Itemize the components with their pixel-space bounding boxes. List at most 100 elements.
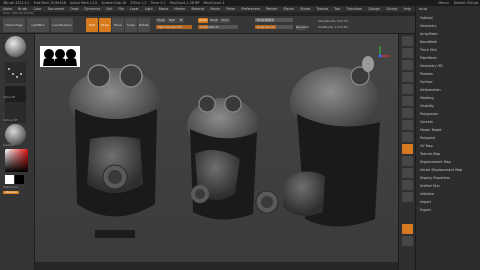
- xpose-button[interactable]: [402, 192, 413, 202]
- palette-contact[interactable]: Contact: [420, 120, 433, 124]
- sculpt-models[interactable]: [35, 34, 398, 262]
- zadd-button[interactable]: Zadd: [198, 18, 208, 23]
- stroke-thumbnail[interactable]: [5, 62, 26, 83]
- menu-file[interactable]: File: [118, 7, 123, 11]
- z-intensity-slider[interactable]: Z Intensity 25: [198, 25, 238, 29]
- rotate-button[interactable]: Rotate: [138, 18, 150, 32]
- palette-masking[interactable]: Masking: [420, 96, 434, 100]
- dynamic-button[interactable]: Dynamic: [296, 25, 309, 30]
- scale-button[interactable]: Scale: [125, 18, 137, 32]
- menu-transform[interactable]: Transform: [346, 7, 362, 11]
- palette-thick-skin[interactable]: Thick Skin: [420, 48, 437, 52]
- edit-button[interactable]: Edit: [86, 18, 98, 32]
- m-button[interactable]: M: [178, 18, 184, 23]
- palette-surface[interactable]: Surface: [420, 80, 433, 84]
- rotate-view-button[interactable]: [402, 144, 413, 154]
- solo-button[interactable]: [402, 180, 413, 190]
- transp-button[interactable]: [402, 168, 413, 178]
- menu-tool[interactable]: Tool: [334, 7, 340, 11]
- menu-help[interactable]: Help: [403, 7, 410, 11]
- menu-movie[interactable]: Movie: [210, 7, 219, 11]
- main-color-swatch[interactable]: [5, 175, 14, 184]
- menu-brush[interactable]: Brush: [18, 7, 27, 11]
- polyf-button[interactable]: [402, 156, 413, 166]
- menu-stencil[interactable]: Stencil: [284, 7, 295, 11]
- gas-mask-model-side[interactable]: [255, 66, 380, 227]
- gas-mask-model-three-quarter[interactable]: [187, 95, 259, 220]
- menu-document[interactable]: Document: [48, 7, 65, 11]
- menu-dynamics[interactable]: Dynamics: [85, 7, 101, 11]
- bpr-button[interactable]: [402, 36, 413, 46]
- palette-fibermesh[interactable]: FiberMesh: [420, 56, 437, 60]
- menu-zplugin[interactable]: Zplugin: [368, 7, 380, 11]
- zoom-view-button[interactable]: [402, 132, 413, 142]
- palette-uv-map[interactable]: UV Map: [420, 144, 433, 148]
- alternate-button[interactable]: Alternate: [3, 191, 19, 194]
- mrgb-button[interactable]: Mrgb: [156, 18, 166, 23]
- palette-subtool[interactable]: Subtool: [420, 16, 433, 20]
- menu-preferences[interactable]: Preferences: [241, 7, 260, 11]
- navigation-head-gizmo[interactable]: [362, 46, 390, 72]
- dynamic-perspective-button[interactable]: [402, 60, 413, 70]
- rgb-button[interactable]: Rgb: [167, 18, 177, 23]
- ghost-button[interactable]: [402, 236, 413, 246]
- brush-thumbnail[interactable]: [5, 36, 26, 57]
- focal-shift-slider[interactable]: Focal Shift 0: [255, 18, 293, 22]
- menu-macro[interactable]: Macro: [159, 7, 169, 11]
- palette-displacement-map[interactable]: Displacement Map: [420, 160, 451, 164]
- color-picker[interactable]: [5, 149, 28, 172]
- palette-nanomesh[interactable]: NanoMesh: [420, 40, 437, 44]
- default-zscript-button[interactable]: Default ZScript: [454, 1, 478, 5]
- menu-texture[interactable]: Texture: [317, 7, 329, 11]
- palette-polypaint[interactable]: Polypaint: [420, 136, 435, 140]
- lightbox-button[interactable]: LightBox: [27, 18, 49, 32]
- menu-draw[interactable]: Draw: [70, 7, 78, 11]
- palette-vector-displacement-map[interactable]: Vector Displacement Map: [420, 168, 462, 172]
- menu-light[interactable]: Light: [145, 7, 153, 11]
- palette-texture-map[interactable]: Texture Map: [420, 152, 440, 156]
- palette-morph-target[interactable]: Morph Target: [420, 128, 442, 132]
- menus-toggle[interactable]: Menus: [438, 1, 448, 5]
- palette-header[interactable]: Scroll: [419, 7, 427, 11]
- menu-zscript[interactable]: Zscript: [386, 7, 397, 11]
- move-button[interactable]: Move: [112, 18, 124, 32]
- home-page-button[interactable]: Home Page: [3, 18, 25, 32]
- draw-button[interactable]: Draw: [99, 18, 111, 32]
- palette-arraymesh[interactable]: ArrayMesh: [420, 32, 438, 36]
- menu-layer[interactable]: Layer: [130, 7, 139, 11]
- palette-geometry[interactable]: Geometry: [420, 24, 436, 28]
- palette-polygroups[interactable]: Polygroups: [420, 112, 438, 116]
- palette-display-properties[interactable]: Display Properties: [420, 176, 450, 180]
- lock-icon-button[interactable]: [402, 224, 413, 234]
- zcut-button[interactable]: Zcut: [220, 18, 230, 23]
- menu-stroke[interactable]: Stroke: [300, 7, 310, 11]
- palette-deformation[interactable]: Deformation: [420, 88, 441, 92]
- palette-visibility[interactable]: Visibility: [420, 104, 434, 108]
- viewport-canvas[interactable]: [35, 34, 398, 262]
- zsub-button[interactable]: Zsub: [209, 18, 219, 23]
- menu-edit[interactable]: Edit: [106, 7, 112, 11]
- menu-material[interactable]: Material: [191, 7, 204, 11]
- menu-color[interactable]: Color: [33, 7, 41, 11]
- rgb-intensity-slider[interactable]: Rgb Intensity 100: [156, 25, 192, 29]
- palette-geometry-hd[interactable]: Geometry HD: [420, 64, 443, 68]
- material-thumbnail[interactable]: [5, 124, 26, 145]
- palette-unified-skin[interactable]: Unified Skin: [420, 184, 440, 188]
- menu-picker[interactable]: Picker: [226, 7, 236, 11]
- switch-color-button[interactable]: SwitchColor: [3, 186, 18, 189]
- menu-alpha[interactable]: Alpha: [3, 7, 12, 11]
- secondary-color-swatch[interactable]: [15, 175, 24, 184]
- palette-initialize[interactable]: Initialize: [420, 192, 434, 196]
- palette-export[interactable]: Export: [420, 208, 431, 212]
- menu-marker[interactable]: Marker: [174, 7, 185, 11]
- palette-import[interactable]: Import: [420, 200, 431, 204]
- local-button[interactable]: [402, 84, 413, 94]
- frame-button[interactable]: [402, 108, 413, 118]
- draw-size-slider[interactable]: Draw Size 64: [255, 25, 293, 29]
- xyz-button[interactable]: [402, 96, 413, 106]
- move-view-button[interactable]: [402, 120, 413, 130]
- live-boolean-button[interactable]: Live Boolean: [51, 18, 73, 32]
- palette-preview[interactable]: Preview: [420, 72, 433, 76]
- spix-button[interactable]: [402, 48, 413, 58]
- floor-button[interactable]: [402, 72, 413, 82]
